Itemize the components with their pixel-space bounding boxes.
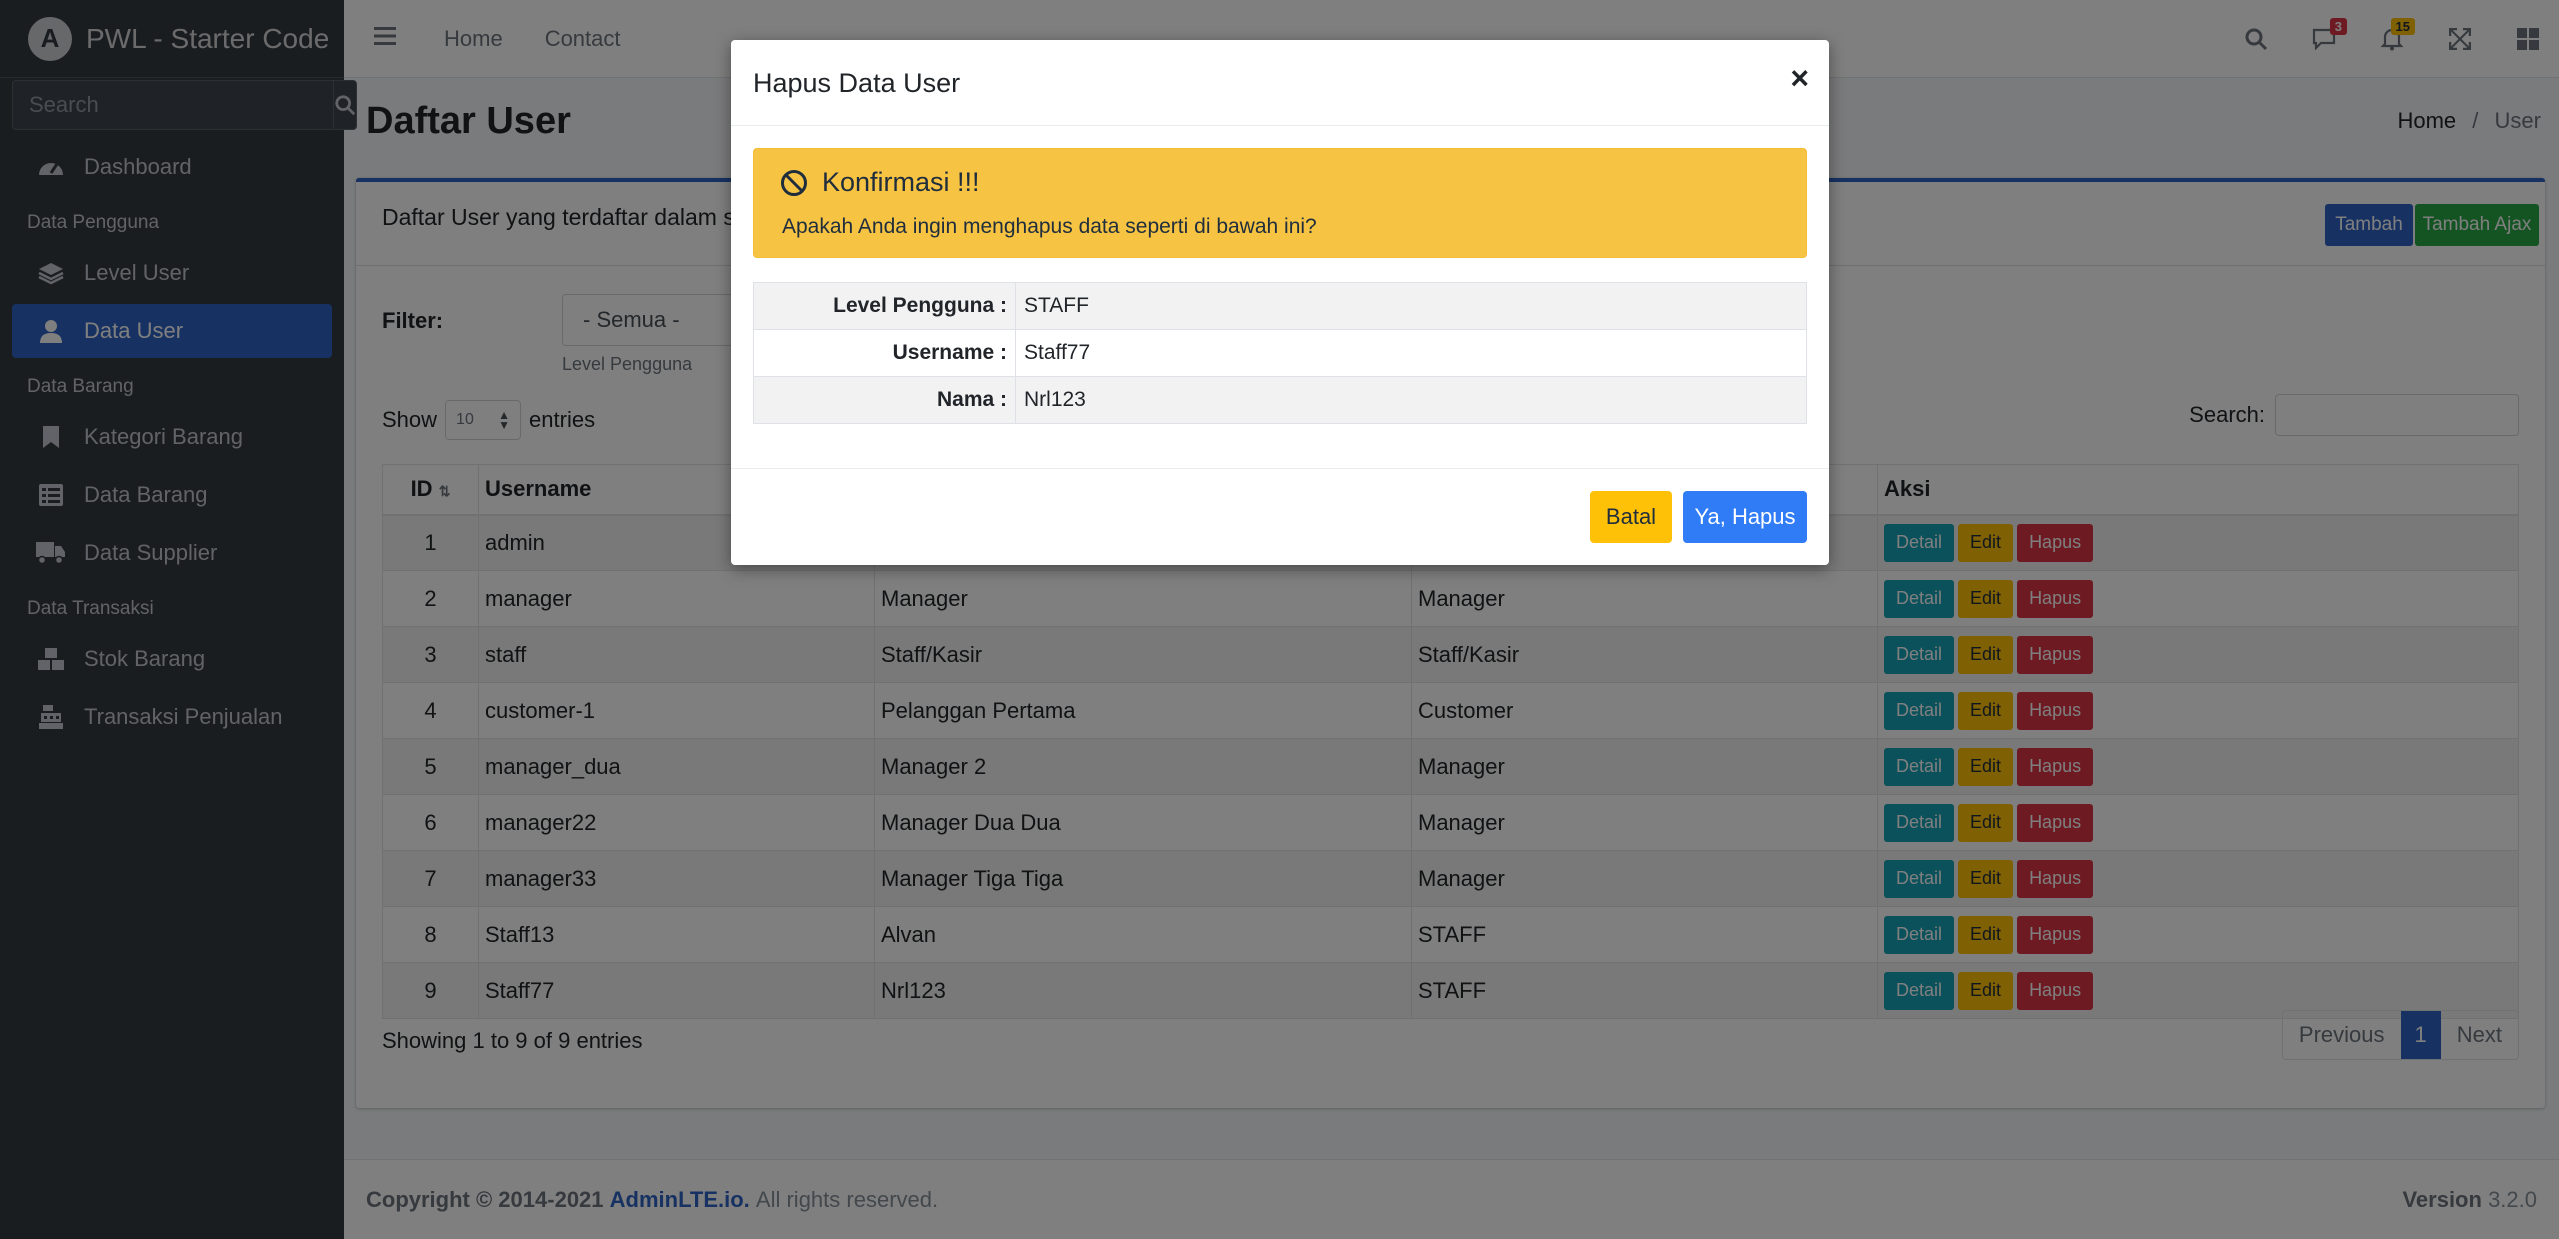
detail-label: Level Pengguna : bbox=[753, 282, 1016, 330]
ban-icon bbox=[781, 169, 807, 196]
modal-header: Hapus Data User × bbox=[731, 40, 1829, 126]
detail-row: Nama : Nrl123 bbox=[753, 376, 1807, 424]
detail-value: Staff77 bbox=[1015, 329, 1807, 377]
detail-value: Nrl123 bbox=[1015, 376, 1807, 424]
delete-user-modal: Hapus Data User × Konfirmasi !!! Apakah … bbox=[731, 40, 1829, 565]
modal-footer: Batal Ya, Hapus bbox=[731, 468, 1829, 565]
detail-row: Level Pengguna : STAFF bbox=[753, 282, 1807, 330]
alert-title-text: Konfirmasi !!! bbox=[822, 167, 980, 197]
confirmation-alert: Konfirmasi !!! Apakah Anda ingin menghap… bbox=[753, 148, 1807, 258]
alert-title: Konfirmasi !!! bbox=[780, 167, 980, 198]
detail-row: Username : Staff77 bbox=[753, 329, 1807, 377]
batal-button[interactable]: Batal bbox=[1590, 491, 1672, 543]
alert-text: Apakah Anda ingin menghapus data seperti… bbox=[782, 215, 1317, 238]
detail-value: STAFF bbox=[1015, 282, 1807, 330]
modal-close-button[interactable]: × bbox=[1790, 60, 1809, 97]
ya-hapus-button[interactable]: Ya, Hapus bbox=[1683, 491, 1807, 543]
detail-label: Username : bbox=[753, 329, 1016, 377]
detail-label: Nama : bbox=[753, 376, 1016, 424]
delete-detail-table: Level Pengguna : STAFF Username : Staff7… bbox=[753, 282, 1807, 424]
modal-title: Hapus Data User bbox=[753, 68, 961, 98]
